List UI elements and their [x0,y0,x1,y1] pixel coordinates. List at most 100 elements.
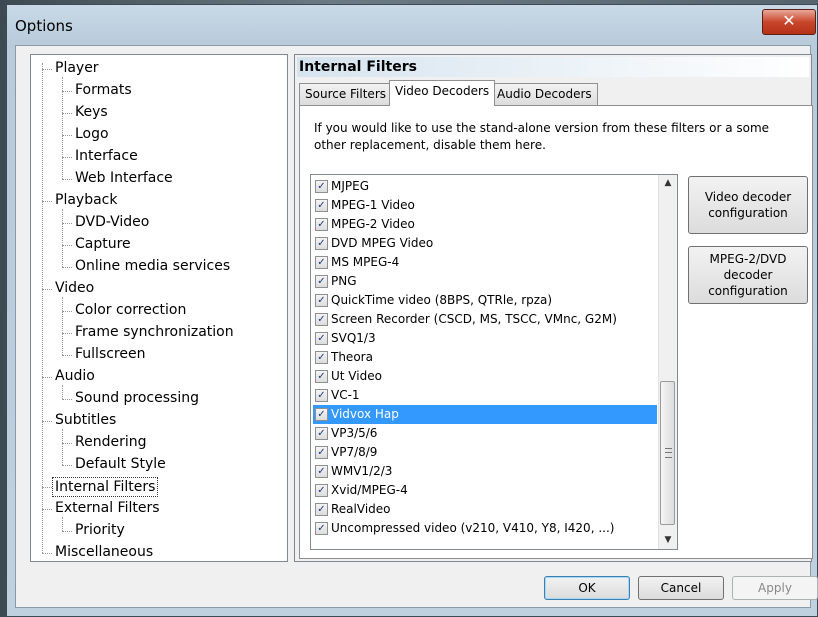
tree-item-rendering[interactable]: Rendering [75,433,147,451]
checkbox[interactable]: ✓ [315,370,328,383]
tree-connector [62,245,72,246]
tree-item-miscellaneous[interactable]: Miscellaneous [55,543,153,561]
checkbox[interactable]: ✓ [315,256,328,269]
tree-item-audio[interactable]: Audio [55,367,95,385]
tree-connector [62,179,72,180]
filter-list-item[interactable]: ✓ Uncompressed video (v210, V410, Y8, I42… [313,519,657,538]
filter-list-item[interactable]: ✓ MPEG-2 Video [313,215,657,234]
tree-item-playback[interactable]: Playback [55,191,117,209]
tree-item-formats[interactable]: Formats [75,81,132,99]
tree-item-logo[interactable]: Logo [75,125,109,143]
apply-button[interactable]: Apply [732,576,818,600]
checkbox[interactable]: ✓ [315,313,328,326]
checkbox[interactable]: ✓ [315,294,328,307]
tab-video-decoders[interactable]: Video Decoders [389,80,496,106]
filter-list-item[interactable]: ✓ Theora [313,348,657,367]
filter-list-item[interactable]: ✓ MS MPEG-4 [313,253,657,272]
cancel-button[interactable]: Cancel [638,576,724,600]
checkbox[interactable]: ✓ [315,427,328,440]
checkbox[interactable]: ✓ [315,389,328,402]
tree-item-internal-filters[interactable]: Internal Filters [52,477,159,497]
tree-item-sound-processing[interactable]: Sound processing [75,389,199,407]
checkbox[interactable]: ✓ [315,522,328,535]
filter-label: MS MPEG-4 [331,255,400,269]
tree-item-default-style[interactable]: Default Style [75,455,166,473]
tree-connector [62,209,63,267]
tree-item-priority[interactable]: Priority [75,521,125,539]
checkbox[interactable]: ✓ [315,446,328,459]
filter-label: QuickTime video (8BPS, QTRle, rpza) [331,293,553,307]
filter-label: Vidvox Hap [331,407,399,421]
checkbox[interactable]: ✓ [315,503,328,516]
tree-item-color-correction[interactable]: Color correction [75,301,186,319]
filter-label: MPEG-1 Video [331,198,415,212]
checkbox[interactable]: ✓ [315,332,328,345]
tree-item-player[interactable]: Player [55,59,99,77]
filter-list-item[interactable]: ✓ SVQ1/3 [313,329,657,348]
mpeg2-dvd-decoder-configuration-button[interactable]: MPEG-2/DVD decoder configuration [688,246,808,304]
video-decoder-configuration-button[interactable]: Video decoder configuration [688,176,808,234]
tree-item-keys[interactable]: Keys [75,103,108,121]
tree-connector [62,135,72,136]
tab-content: If you would like to use the stand-alone… [299,105,813,559]
tree-item-subtitles[interactable]: Subtitles [55,411,116,429]
tree-connector [62,531,72,532]
scroll-down-icon[interactable]: ▼ [659,532,677,549]
tree-connector [62,465,72,466]
tree-item-external-filters[interactable]: External Filters [55,499,160,517]
filter-list-item[interactable]: ✓ Ut Video [313,367,657,386]
tree-item-video[interactable]: Video [55,279,94,297]
checkbox[interactable]: ✓ [315,199,328,212]
tree-item-web-interface[interactable]: Web Interface [75,169,173,187]
checkbox[interactable]: ✓ [315,180,328,193]
filter-list-item[interactable]: ✓ RealVideo [313,500,657,519]
description-text: If you would like to use the stand-alone… [314,121,770,152]
checkbox[interactable]: ✓ [315,275,328,288]
tree-connector [62,429,63,465]
filter-label: MJPEG [331,179,370,193]
tree-connector [42,553,52,554]
tree-connector [62,311,72,312]
tree-item-interface[interactable]: Interface [75,147,138,165]
tree-connector [62,91,72,92]
checkbox[interactable]: ✓ [315,465,328,478]
scroll-thumb[interactable] [660,381,675,525]
filter-list-scrollbar[interactable]: ▲ ▼ [658,175,677,549]
checkbox[interactable]: ✓ [315,218,328,231]
filter-list-item[interactable]: ✓ VP3/5/6 [313,424,657,443]
ok-button[interactable]: OK [544,576,630,600]
checkbox[interactable]: ✓ [315,237,328,250]
tab-source-filters[interactable]: Source Filters [299,83,392,105]
filter-list-item[interactable]: ✓ MJPEG [313,177,657,196]
filter-list-item[interactable]: ✓ DVD MPEG Video [313,234,657,253]
filter-list-item[interactable]: ✓ Vidvox Hap [313,405,657,424]
filter-label: PNG [331,274,357,288]
filter-list-item[interactable]: ✓ VP7/8/9 [313,443,657,462]
tree-item-fullscreen[interactable]: Fullscreen [75,345,145,363]
tree-item-capture[interactable]: Capture [75,235,131,253]
checkbox[interactable]: ✓ [315,351,328,364]
filter-list[interactable]: ✓ Uncompressed video (v210, V410, Y8, I42… [310,174,678,550]
filter-list-item[interactable]: ✓ Screen Recorder (CSCD, MS, TSCC, VMnc, … [313,310,657,329]
filter-list-item[interactable]: ✓ QuickTime video (8BPS, QTRle, rpza) [313,291,657,310]
checkbox[interactable]: ✓ [315,408,328,421]
close-button[interactable]: ✕ [762,9,816,35]
filter-list-item[interactable]: ✓ WMV1/2/3 [313,462,657,481]
filter-list-item[interactable]: ✓ VC-1 [313,386,657,405]
tree-connector [62,297,63,355]
filter-label: WMV1/2/3 [331,464,393,478]
filter-label: VC-1 [331,388,360,402]
tree-item-frame-synchronization[interactable]: Frame synchronization [75,323,234,341]
tab-audio-decoders[interactable]: Audio Decoders [491,83,598,105]
dialog-client-area: Player Formats Keys Logo Interface Web Interf… [15,45,818,608]
scroll-up-icon[interactable]: ▲ [659,175,677,192]
filter-list-item[interactable]: ✓ PNG [313,272,657,291]
filter-list-item[interactable]: ✓ MPEG-1 Video [313,196,657,215]
tree-connector [62,355,72,356]
options-tree[interactable]: Player Formats Keys Logo Interface Web Interf… [30,54,288,562]
tree-connector [62,267,72,268]
checkbox[interactable]: ✓ [315,484,328,497]
tree-item-online-media-services[interactable]: Online media services [75,257,230,275]
filter-list-item[interactable]: ✓ Xvid/MPEG-4 [313,481,657,500]
tree-item-dvd-video[interactable]: DVD-Video [75,213,149,231]
